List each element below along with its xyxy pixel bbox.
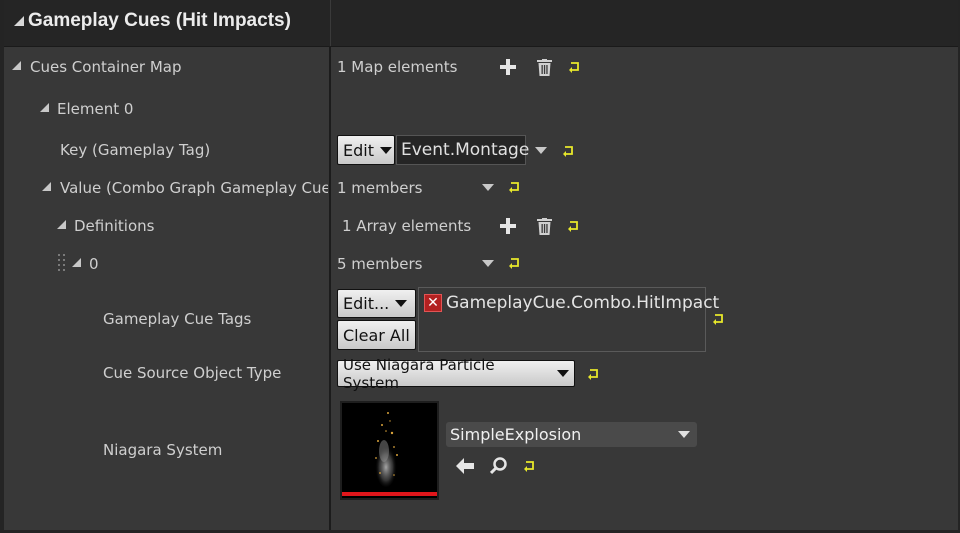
- reset-to-default-icon[interactable]: [562, 145, 574, 157]
- plus-icon: [500, 59, 516, 75]
- reset-to-default-icon[interactable]: [568, 61, 580, 73]
- key-tag-value-field[interactable]: Event.Montage: [396, 135, 530, 165]
- edit-cue-tags-button-label: Edit...: [343, 294, 390, 313]
- niagara-system-label: Niagara System: [103, 441, 223, 459]
- edit-key-tag-button-label: Edit: [343, 140, 374, 160]
- niagara-system-asset-picker[interactable]: SimpleExplosion: [446, 422, 697, 447]
- thumbnail-asset-color-bar: [342, 492, 437, 496]
- key-tag-value: Event.Montage: [401, 140, 530, 160]
- arrow-left-icon: [456, 458, 474, 474]
- array-elements-count: 1 Array elements: [342, 217, 472, 235]
- key-tag-dropdown-icon[interactable]: [535, 147, 547, 154]
- chevron-down-icon: [379, 146, 392, 154]
- cues-container-map-label: Cues Container Map: [30, 58, 182, 76]
- map-elements-count: 1 Map elements: [337, 58, 458, 76]
- reset-to-default-icon[interactable]: [567, 220, 579, 232]
- empty-map-button[interactable]: [534, 57, 554, 77]
- drag-handle-icon[interactable]: [58, 254, 66, 274]
- reset-to-default-icon[interactable]: [523, 460, 535, 472]
- index-0-members-dropdown-icon[interactable]: [482, 260, 494, 267]
- niagara-system-value: SimpleExplosion: [450, 425, 582, 444]
- chevron-down-icon: [557, 370, 569, 377]
- reset-to-default-icon[interactable]: [508, 257, 520, 269]
- empty-array-button[interactable]: [534, 216, 554, 236]
- section-title: Gameplay Cues (Hit Impacts): [28, 10, 291, 31]
- index-0-members-count: 5 members: [337, 255, 423, 273]
- plus-icon: [500, 218, 516, 234]
- add-map-element-button[interactable]: [498, 57, 518, 77]
- header-divider: [330, 0, 331, 46]
- clear-all-tags-button-label: Clear All: [343, 325, 410, 345]
- clear-all-tags-button[interactable]: Clear All: [337, 320, 416, 350]
- index-0-label: 0: [89, 255, 99, 273]
- collapse-triangle-icon[interactable]: [14, 16, 24, 26]
- remove-tag-x-icon[interactable]: ✕: [424, 294, 442, 312]
- key-gameplay-tag-label: Key (Gameplay Tag): [60, 141, 211, 159]
- expand-value-struct-icon[interactable]: [42, 182, 51, 191]
- edit-key-tag-button[interactable]: Edit: [337, 135, 395, 165]
- reset-to-default-icon[interactable]: [712, 313, 724, 325]
- niagara-system-thumbnail[interactable]: [340, 401, 439, 500]
- edit-cue-tags-button[interactable]: Edit...: [337, 289, 416, 318]
- magnifier-icon: [490, 457, 507, 475]
- expand-index-0-icon[interactable]: [72, 258, 81, 267]
- reset-to-default-icon[interactable]: [587, 368, 599, 380]
- expand-definitions-icon[interactable]: [57, 220, 66, 229]
- column-splitter[interactable]: [329, 46, 331, 530]
- trash-icon: [536, 217, 552, 235]
- section-header[interactable]: Gameplay Cues (Hit Impacts): [4, 0, 958, 47]
- expand-element-0-icon[interactable]: [40, 103, 49, 112]
- element-0-label: Element 0: [57, 100, 134, 118]
- explosion-preview-image: [375, 412, 398, 487]
- reset-to-default-icon[interactable]: [508, 181, 520, 193]
- use-selected-asset-button[interactable]: [455, 456, 475, 476]
- trash-icon: [536, 58, 552, 76]
- add-array-element-button[interactable]: [498, 216, 518, 236]
- gameplay-cue-tags-label: Gameplay Cue Tags: [103, 310, 252, 328]
- cue-source-object-type-label: Cue Source Object Type: [103, 364, 282, 382]
- value-struct-label: Value (Combo Graph Gameplay Cue C: [60, 179, 328, 197]
- cue-source-type-dropdown[interactable]: Use Niagara Particle System: [337, 356, 575, 392]
- definitions-label: Definitions: [74, 217, 155, 235]
- cue-tag-value: GameplayCue.Combo.HitImpact: [446, 293, 720, 313]
- value-members-count: 1 members: [337, 179, 423, 197]
- chevron-down-icon: [678, 431, 690, 438]
- expand-cues-container-map-icon[interactable]: [12, 61, 21, 70]
- chevron-down-icon: [395, 300, 408, 307]
- browse-to-asset-button[interactable]: [489, 456, 509, 476]
- cue-source-type-value: Use Niagara Particle System: [343, 355, 495, 392]
- value-members-dropdown-icon[interactable]: [482, 184, 494, 191]
